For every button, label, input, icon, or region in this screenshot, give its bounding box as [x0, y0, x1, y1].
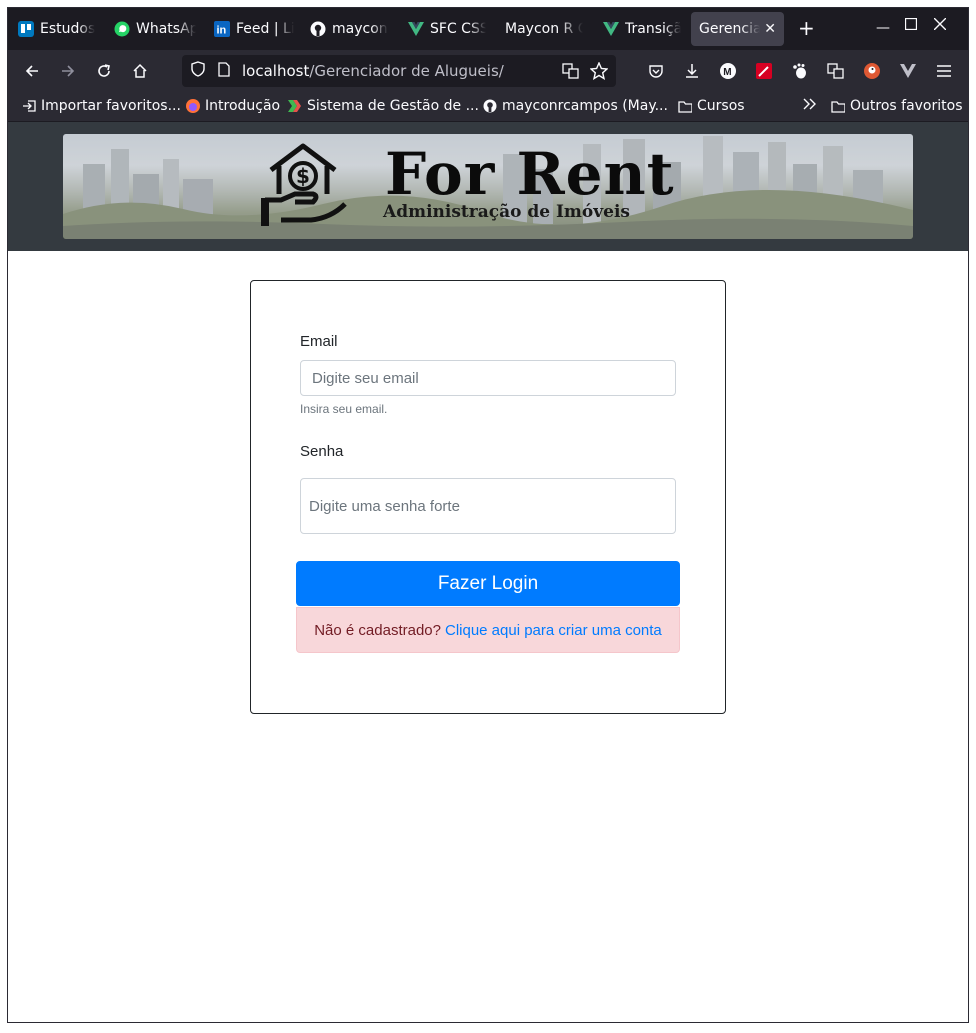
tab-label: SFC CSS [430, 21, 486, 37]
bookmark-other[interactable]: Outros favoritos [831, 98, 963, 114]
whatsapp-icon [114, 21, 130, 37]
import-icon [22, 99, 36, 113]
download-icon[interactable] [683, 62, 701, 80]
brand-subtitle: Administração de Imóveis [383, 202, 630, 222]
svg-text:M: M [723, 67, 731, 78]
password-label: Senha [300, 443, 344, 460]
arrow-logo-icon [288, 99, 302, 113]
page-content: $ For Rent Administração de Imóveis Emai… [8, 122, 968, 1022]
bookmark-label: Cursos [697, 98, 745, 114]
minimize-icon[interactable]: — [876, 20, 890, 36]
close-window-icon[interactable] [933, 17, 947, 34]
new-tab-icon[interactable]: + [798, 18, 815, 38]
browser-window: Estudos WhatsApp in Feed | LinkedIn mayc… [7, 7, 969, 1023]
tab-github[interactable]: mayconrcampos [310, 12, 388, 46]
translate-extension-icon[interactable] [827, 62, 845, 80]
tab-bar: Estudos WhatsApp in Feed | LinkedIn mayc… [8, 8, 968, 50]
url-bar[interactable]: localhost/Gerenciador de Alugueis/ [182, 55, 616, 87]
email-label: Email [300, 333, 338, 350]
forward-icon[interactable] [58, 61, 78, 81]
bookmark-star-icon[interactable] [589, 61, 609, 84]
m-extension-icon[interactable]: M [719, 62, 737, 80]
bookmark-label: Outros favoritos [850, 98, 963, 114]
home-icon[interactable] [130, 61, 150, 81]
vue-devtools-icon[interactable] [899, 62, 917, 80]
house-money-logo-icon: $ [261, 143, 347, 226]
bookmark-label: Sistema de Gestão de ... [307, 98, 479, 114]
github-icon [310, 21, 326, 37]
login-button[interactable]: Fazer Login [296, 561, 680, 606]
tab-gerenciador[interactable]: Gerenciador ✕ [691, 12, 784, 46]
bookmarks-bar: Importar favoritos... Introdução Sistema… [8, 92, 968, 122]
url-host: localhost [242, 62, 310, 80]
bookmark-github[interactable]: mayconrcampos (May... [483, 98, 668, 114]
chevron-more-icon[interactable] [803, 98, 817, 110]
tab-label: Maycon R C [505, 21, 583, 37]
menu-icon[interactable] [935, 62, 953, 80]
bookmark-import[interactable]: Importar favoritos... [22, 98, 181, 114]
tab-transicao[interactable]: Transição [603, 12, 681, 46]
pocket-icon[interactable] [647, 62, 665, 80]
color-picker-icon[interactable] [755, 62, 773, 80]
brand-title: For Rent [385, 140, 675, 208]
tab-label: Feed | LinkedIn [236, 21, 294, 37]
shield-icon[interactable] [190, 61, 206, 81]
bookmark-label: Introdução [205, 98, 281, 114]
tab-whatsapp[interactable]: WhatsApp [114, 12, 196, 46]
create-account-link[interactable]: Clique aqui para criar uma conta [445, 622, 662, 639]
email-field[interactable]: Digite seu email [300, 360, 676, 396]
bookmark-label: mayconrcampos (May... [502, 98, 668, 114]
back-icon[interactable] [22, 61, 42, 81]
tab-label: Transição [625, 21, 681, 37]
github-icon [483, 99, 497, 113]
password-field[interactable]: Digite uma senha forte [300, 478, 676, 534]
url-path: /Gerenciador de Alugueis/ [309, 62, 504, 80]
trello-icon [18, 21, 34, 37]
tab-label: WhatsApp [136, 21, 196, 37]
login-card: Email Digite seu email Insira seu email.… [250, 280, 726, 714]
tab-estudos[interactable]: Estudos [18, 12, 103, 46]
maximize-icon[interactable] [904, 17, 918, 34]
bookmark-sistema[interactable]: Sistema de Gestão de ... [288, 98, 479, 114]
site-header: $ For Rent Administração de Imóveis [8, 122, 968, 251]
tab-sfc-css[interactable]: SFC CSS [408, 12, 486, 46]
firefox-icon [186, 99, 200, 113]
linkedin-icon: in [214, 21, 230, 37]
tab-maycon[interactable]: Maycon R C [505, 12, 583, 46]
gnome-extension-icon[interactable] [791, 62, 809, 80]
translate-icon[interactable] [562, 63, 580, 83]
page-info-icon[interactable] [218, 61, 232, 81]
vue-icon [408, 21, 424, 37]
svg-text:in: in [217, 25, 227, 37]
brand-banner: $ For Rent Administração de Imóveis [63, 134, 913, 239]
folder-icon [678, 99, 692, 113]
tab-label: Gerenciador [699, 21, 761, 37]
tab-linkedin[interactable]: in Feed | LinkedIn [214, 12, 294, 46]
svg-text:$: $ [296, 164, 310, 188]
navigation-bar: localhost/Gerenciador de Alugueis/ M [8, 50, 968, 92]
email-help-text: Insira seu email. [300, 402, 388, 416]
bookmark-label: Importar favoritos... [41, 98, 181, 114]
close-tab-icon[interactable]: ✕ [764, 21, 776, 37]
tab-label: Estudos [40, 21, 96, 37]
reload-icon[interactable] [94, 61, 114, 81]
tab-label: mayconrcampos [332, 21, 388, 37]
bookmark-cursos[interactable]: Cursos [678, 98, 745, 114]
vue-icon [603, 21, 619, 37]
bookmark-introducao[interactable]: Introdução [186, 98, 280, 114]
signup-alert: Não é cadastrado? Clique aqui para criar… [296, 607, 680, 653]
folder-icon [831, 99, 845, 113]
duckduckgo-icon[interactable] [863, 62, 881, 80]
signup-prompt: Não é cadastrado? [314, 621, 441, 639]
